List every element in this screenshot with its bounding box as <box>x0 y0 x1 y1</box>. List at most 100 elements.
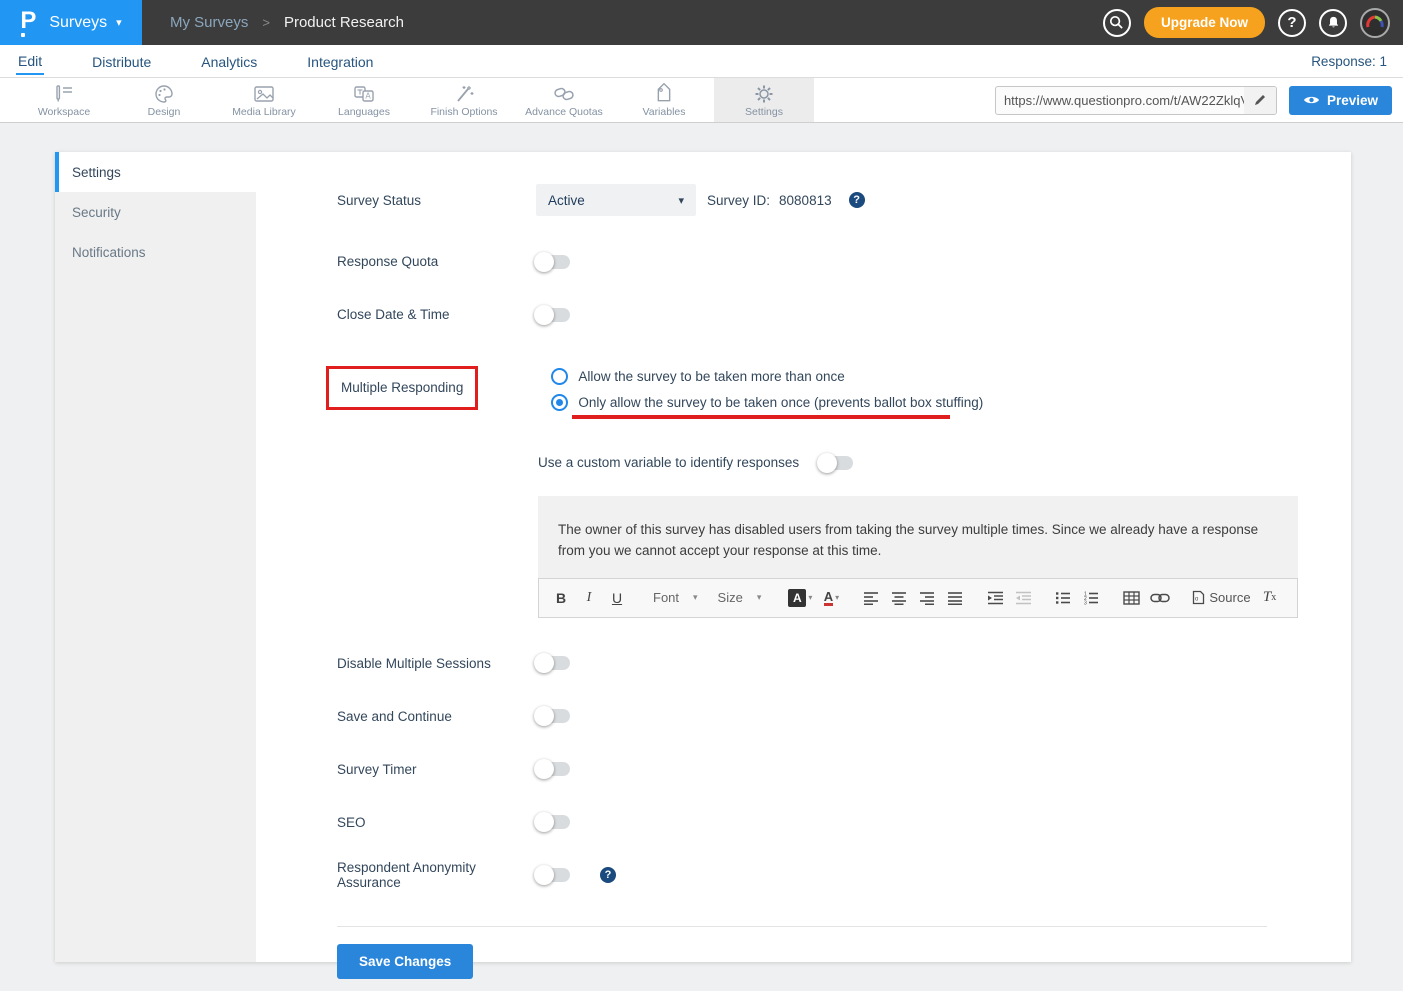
ribbon-item-settings[interactable]: Settings <box>714 78 814 122</box>
sidebar-item-label: Notifications <box>72 245 146 260</box>
disabled-message-box[interactable]: The owner of this survey has disabled us… <box>538 496 1298 578</box>
tab-edit[interactable]: Edit <box>16 47 44 75</box>
remove-format-button[interactable]: Tx <box>1258 585 1282 611</box>
ribbon-label: Variables <box>643 106 686 118</box>
questionpro-logo-icon: P <box>20 10 40 36</box>
survey-timer-toggle[interactable] <box>536 762 570 776</box>
size-select[interactable]: Size▾ <box>710 590 770 605</box>
ribbon-label: Advance Quotas <box>525 106 603 118</box>
image-icon <box>252 83 276 105</box>
justify-button[interactable] <box>943 585 967 611</box>
sidebar-item-settings[interactable]: Settings <box>55 152 256 192</box>
response-quota-toggle[interactable] <box>536 255 570 269</box>
radio-allow-multiple[interactable]: Allow the survey to be taken more than o… <box>551 368 983 385</box>
section-nav: Edit Distribute Analytics Integration Re… <box>0 45 1403 78</box>
table-icon <box>1123 591 1140 605</box>
background-color-button[interactable]: A▾ <box>785 585 815 611</box>
magic-wand-icon <box>452 83 476 105</box>
languages-icon: A <box>351 83 377 105</box>
custom-variable-label: Use a custom variable to identify respon… <box>538 455 799 470</box>
radio-unselected-icon[interactable] <box>551 368 568 385</box>
justify-icon <box>947 591 963 605</box>
breadcrumb-my-surveys[interactable]: My Surveys <box>170 14 248 31</box>
sidebar-item-notifications[interactable]: Notifications <box>55 232 256 272</box>
pencil-icon <box>1253 93 1267 107</box>
respondent-anonymity-help-icon[interactable]: ? <box>600 867 616 883</box>
seo-toggle[interactable] <box>536 815 570 829</box>
preview-button[interactable]: Preview <box>1289 86 1392 115</box>
link-button[interactable] <box>1147 585 1173 611</box>
product-switcher[interactable]: P Surveys ▾ <box>0 0 142 45</box>
ribbon-item-variables[interactable]: Variables <box>614 78 714 122</box>
align-right-button[interactable] <box>915 585 939 611</box>
italic-button[interactable]: I <box>577 585 601 611</box>
richtext-toolbar: B I U Font▾ Size▾ A▾ A▾ 123 oSource <box>538 578 1298 618</box>
tab-integration[interactable]: Integration <box>305 48 375 74</box>
source-doc-icon: o <box>1192 590 1205 605</box>
numbered-list-button[interactable]: 123 <box>1079 585 1103 611</box>
custom-variable-toggle[interactable] <box>819 456 853 470</box>
radio-only-once[interactable]: Only allow the survey to be taken once (… <box>551 394 983 411</box>
survey-url-box: https://www.questionpro.com/t/AW22ZklqV <box>995 86 1277 115</box>
search-button[interactable] <box>1103 9 1131 37</box>
align-center-button[interactable] <box>887 585 911 611</box>
section-divider <box>337 926 1267 927</box>
annotation-red-box: Multiple Responding <box>326 366 478 410</box>
bold-button[interactable]: B <box>549 585 573 611</box>
upgrade-now-button[interactable]: Upgrade Now <box>1144 7 1265 38</box>
ribbon-item-finish-options[interactable]: Finish Options <box>414 78 514 122</box>
source-label: Source <box>1209 590 1250 605</box>
tab-analytics[interactable]: Analytics <box>199 48 259 74</box>
source-button[interactable]: o Source <box>1189 585 1253 611</box>
survey-status-select[interactable]: Active ▾ <box>536 184 696 216</box>
custom-variable-row: Use a custom variable to identify respon… <box>538 455 1351 470</box>
preview-label: Preview <box>1327 93 1378 108</box>
bullet-list-button[interactable] <box>1051 585 1075 611</box>
ribbon-item-workspace[interactable]: Workspace <box>14 78 114 122</box>
edit-url-button[interactable] <box>1244 87 1276 114</box>
response-quota-label: Response Quota <box>337 254 536 269</box>
close-date-toggle[interactable] <box>536 308 570 322</box>
sidebar-item-security[interactable]: Security <box>55 192 256 232</box>
indent-button[interactable] <box>983 585 1007 611</box>
help-button[interactable]: ? <box>1278 9 1306 37</box>
bg-color-icon: A <box>788 589 806 607</box>
size-select-label: Size <box>718 590 743 605</box>
respondent-anonymity-toggle[interactable] <box>536 868 570 882</box>
survey-timer-row: Survey Timer <box>337 762 1351 777</box>
user-avatar[interactable] <box>1360 8 1390 38</box>
chevron-down-icon: ▾ <box>693 592 698 603</box>
ribbon-item-advance-quotas[interactable]: Advance Quotas <box>514 78 614 122</box>
font-select[interactable]: Font▾ <box>645 590 706 605</box>
text-color-button[interactable]: A▾ <box>819 585 843 611</box>
table-button[interactable] <box>1119 585 1143 611</box>
bell-icon <box>1326 15 1341 30</box>
search-icon <box>1109 15 1124 30</box>
product-name: Surveys <box>49 14 107 32</box>
tab-distribute[interactable]: Distribute <box>90 48 153 74</box>
tag-icon <box>652 83 676 105</box>
disabled-message-text: The owner of this survey has disabled us… <box>558 520 1278 562</box>
ribbon-item-media-library[interactable]: Media Library <box>214 78 314 122</box>
outdent-button[interactable] <box>1011 585 1035 611</box>
save-and-continue-toggle[interactable] <box>536 709 570 723</box>
svg-text:A: A <box>365 91 371 100</box>
question-mark-icon: ? <box>1287 14 1296 31</box>
survey-status-value: Active <box>548 193 678 208</box>
design-palette-icon <box>152 83 176 105</box>
ribbon-item-design[interactable]: Design <box>114 78 214 122</box>
survey-id-help-icon[interactable]: ? <box>849 192 865 208</box>
survey-id-value: 8080813 <box>779 193 832 208</box>
avatar-logo-icon <box>1364 12 1386 34</box>
disable-multiple-sessions-toggle[interactable] <box>536 656 570 670</box>
save-changes-button[interactable]: Save Changes <box>337 944 473 979</box>
annotation-red-underline <box>572 415 950 419</box>
radio-selected-icon[interactable] <box>551 394 568 411</box>
radio-label: Only allow the survey to be taken once (… <box>578 395 983 410</box>
response-count[interactable]: Response: 1 <box>1311 54 1387 69</box>
align-left-button[interactable] <box>859 585 883 611</box>
survey-url-input[interactable]: https://www.questionpro.com/t/AW22ZklqV <box>996 93 1244 108</box>
ribbon-item-languages[interactable]: A Languages <box>314 78 414 122</box>
notifications-button[interactable] <box>1319 9 1347 37</box>
underline-button[interactable]: U <box>605 585 629 611</box>
